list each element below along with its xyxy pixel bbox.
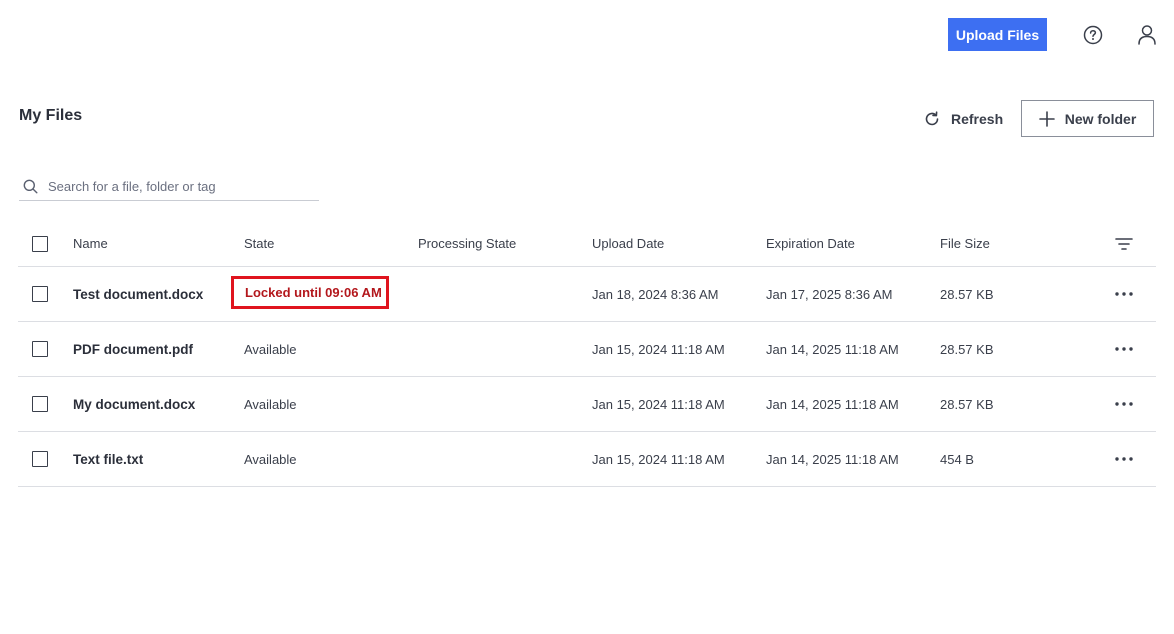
column-header-state[interactable]: State [244, 221, 274, 266]
upload-date: Jan 15, 2024 11:18 AM [592, 396, 725, 412]
more-options-icon[interactable] [1115, 292, 1133, 296]
file-name[interactable]: Text file.txt [73, 452, 143, 467]
more-options-icon[interactable] [1115, 402, 1133, 406]
row-checkbox[interactable] [32, 451, 48, 467]
file-name[interactable]: My document.docx [73, 397, 195, 412]
user-icon[interactable] [1135, 23, 1159, 47]
refresh-button[interactable]: Refresh [923, 107, 1003, 131]
table-row[interactable]: PDF document.pdf Available Jan 15, 2024 … [18, 322, 1156, 377]
row-checkbox[interactable] [32, 396, 48, 412]
file-state: Available [244, 396, 297, 412]
upload-date: Jan 18, 2024 8:36 AM [592, 286, 719, 302]
column-header-upload-date[interactable]: Upload Date [592, 221, 664, 266]
upload-files-button[interactable]: Upload Files [948, 18, 1047, 51]
table-row[interactable]: Text file.txt Available Jan 15, 2024 11:… [18, 432, 1156, 487]
upload-date: Jan 15, 2024 11:18 AM [592, 451, 725, 467]
file-size: 28.57 KB [940, 396, 994, 412]
column-header-file-size[interactable]: File Size [940, 221, 990, 266]
file-manager-page: Upload Files My Files Refresh New folder… [0, 0, 1174, 634]
file-name[interactable]: Test document.docx [73, 287, 203, 302]
new-folder-label: New folder [1064, 110, 1137, 127]
row-checkbox[interactable] [32, 341, 48, 357]
table-header-row: Name State Processing State Upload Date … [18, 221, 1156, 267]
search-input[interactable] [48, 178, 298, 194]
expiration-date: Jan 14, 2025 11:18 AM [766, 396, 899, 412]
column-header-expiration-date[interactable]: Expiration Date [766, 221, 855, 266]
upload-date: Jan 15, 2024 11:18 AM [592, 341, 725, 357]
column-header-name[interactable]: Name [73, 221, 108, 266]
more-options-icon[interactable] [1115, 347, 1133, 351]
select-all-checkbox[interactable] [32, 235, 48, 252]
refresh-label: Refresh [951, 111, 1004, 127]
file-state: Available [244, 451, 297, 467]
column-header-processing-state[interactable]: Processing State [418, 221, 516, 266]
help-circle-icon[interactable] [1081, 23, 1105, 47]
expiration-date: Jan 17, 2025 8:36 AM [766, 286, 893, 302]
table-row[interactable]: Test document.docx Locked until 09:06 AM… [18, 267, 1156, 322]
expiration-date: Jan 14, 2025 11:18 AM [766, 341, 899, 357]
file-state: Available [244, 341, 297, 357]
file-name[interactable]: PDF document.pdf [73, 342, 193, 357]
file-size: 28.57 KB [940, 286, 994, 302]
refresh-icon [923, 110, 941, 128]
search-bar [19, 172, 319, 201]
file-size: 28.57 KB [940, 341, 994, 357]
new-folder-button[interactable]: New folder [1021, 100, 1154, 137]
page-title: My Files [19, 107, 83, 124]
status-badge-locked: Locked until 09:06 AM [231, 276, 389, 309]
expiration-date: Jan 14, 2025 11:18 AM [766, 451, 899, 467]
plus-icon [1038, 110, 1055, 127]
file-size: 454 B [940, 451, 974, 467]
top-bar: Upload Files [948, 18, 1159, 51]
filter-icon[interactable] [1114, 221, 1134, 266]
search-icon [23, 179, 38, 194]
more-options-icon[interactable] [1115, 457, 1133, 461]
row-checkbox[interactable] [32, 286, 48, 302]
table-row[interactable]: My document.docx Available Jan 15, 2024 … [18, 377, 1156, 432]
files-table: Name State Processing State Upload Date … [18, 221, 1156, 487]
